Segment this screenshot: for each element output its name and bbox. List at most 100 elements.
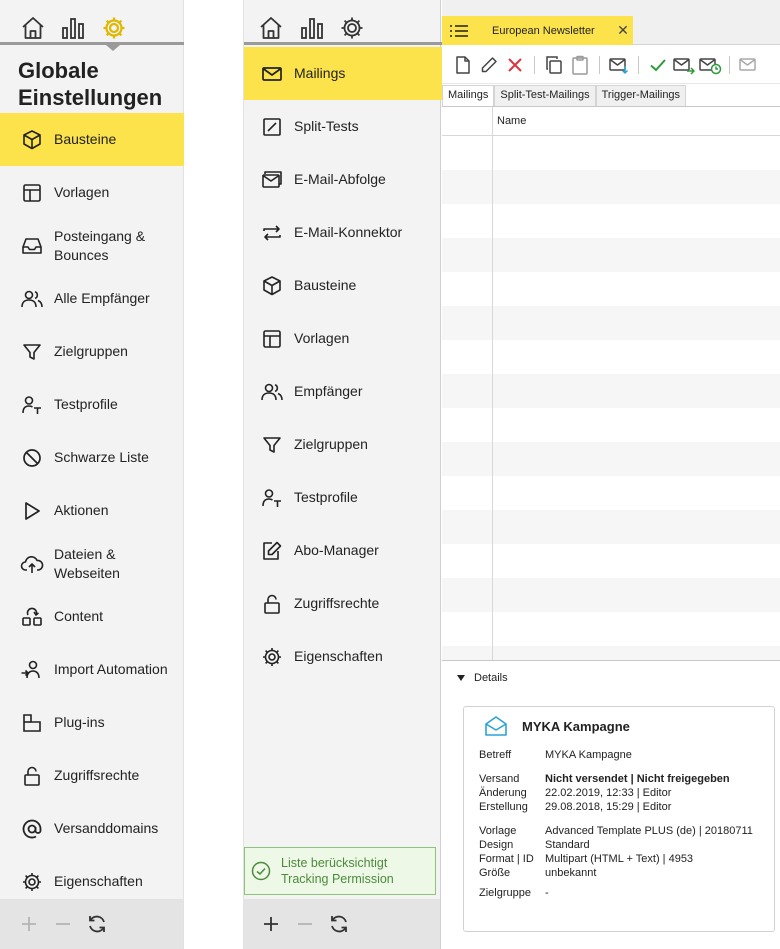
mid-nav-item-zielgruppen[interactable]: Zielgruppen [244,418,442,471]
mid-nav-item-split-tests[interactable]: Split-Tests [244,100,442,153]
mid-nav-item-mailings[interactable]: Mailings [244,47,442,100]
nav-label: Content [54,608,104,624]
list-menu-icon[interactable] [444,16,474,45]
active-caret [106,45,120,51]
mail-disabled-icon[interactable] [736,52,762,78]
mailings-table: Name [442,106,780,661]
nav-label: Aktionen [54,502,109,518]
send-test-icon[interactable] [606,52,632,78]
card-title: MYKA Kampagne [522,718,630,734]
left-nav-item-dateien[interactable]: Dateien & Webseiten [0,537,184,590]
delete-icon[interactable] [502,52,528,78]
nav-label: Zugriffsrechte [54,767,140,783]
mid-nav-item-eigenschaften[interactable]: Eigenschaften [244,630,442,683]
remove-icon[interactable] [52,913,74,935]
users-icon [260,380,284,404]
refresh-icon[interactable] [86,913,108,935]
template-icon [260,327,284,351]
detail-key: Format | ID [479,853,534,865]
subtab-split-test-mailings[interactable]: Split-Test-Mailings [494,85,596,106]
header-icon-column[interactable] [442,107,493,135]
left-nav-item-schwarze-liste[interactable]: Schwarze Liste [0,431,184,484]
mid-nav-item-empfaenger[interactable]: Empfänger [244,365,442,418]
refresh-icon[interactable] [328,913,350,935]
nav-label: Eigenschaften [54,873,143,889]
details-toggle[interactable]: Details [456,672,508,684]
test-profile-icon [20,393,44,417]
mid-nav-item-bausteine[interactable]: Bausteine [244,259,442,312]
mid-nav-item-email-abfolge[interactable]: E-Mail-Abfolge [244,153,442,206]
mid-top-icons [244,13,442,43]
detail-key: Größe [479,867,511,879]
nav-label: Posteingang & Bounces [54,227,146,263]
left-nav-item-testprofile[interactable]: Testprofile [0,378,184,431]
copy-icon[interactable] [541,52,567,78]
gear-icon [260,645,284,669]
test-profile-icon [260,486,284,510]
left-nav-item-posteingang[interactable]: Posteingang & Bounces [0,219,184,272]
schedule-mail-icon[interactable] [697,52,723,78]
title-line-1: Globale [18,58,99,83]
left-nav-item-import-automation[interactable]: Import Automation [0,643,184,696]
left-nav-item-zielgruppen[interactable]: Zielgruppen [0,325,184,378]
cube-icon [260,274,284,298]
paste-icon[interactable] [567,52,593,78]
gear-icon[interactable] [99,13,129,43]
funnel-icon [20,340,44,364]
left-nav-item-plugins[interactable]: Plug-ins [0,696,184,749]
mid-top-divider [244,42,442,45]
left-top-icons [0,13,184,43]
mid-nav-item-vorlagen[interactable]: Vorlagen [244,312,442,365]
add-icon[interactable] [260,913,282,935]
tracking-permission-status: Liste berücksichtigt Tracking Permission [244,847,436,895]
send-mail-icon[interactable] [671,52,697,78]
close-tab-icon[interactable]: ✕ [613,22,633,39]
left-nav-item-content[interactable]: Content [0,590,184,643]
left-nav-item-zugriffsrechte[interactable]: Zugriffsrechte [0,749,184,802]
detail-value: MYKA Kampagne [545,749,632,761]
nav-label: Zielgruppen [54,343,128,359]
chart-icon[interactable] [297,13,327,43]
gear-icon[interactable] [337,13,367,43]
left-nav-item-bausteine[interactable]: Bausteine [0,113,184,166]
header-name[interactable]: Name [493,107,526,135]
left-nav-item-vorlagen[interactable]: Vorlagen [0,166,184,219]
subtab-mailings[interactable]: Mailings [442,85,495,106]
left-bottom-bar [0,899,183,949]
detail-value: unbekannt [545,867,597,879]
detail-value: 22.02.2019, 12:33 | Editor [545,787,672,799]
add-icon[interactable] [18,913,40,935]
left-nav-item-versanddomains[interactable]: Versanddomains [0,802,184,855]
chart-icon[interactable] [58,13,88,43]
status-line-1: Liste berücksichtigt [281,856,388,870]
approve-check-icon[interactable] [645,52,671,78]
new-document-icon[interactable] [450,52,476,78]
mid-nav-item-abo-manager[interactable]: Abo-Manager [244,524,442,577]
left-nav-item-alle-empfaenger[interactable]: Alle Empfänger [0,272,184,325]
home-icon[interactable] [256,13,286,43]
nav-label: Abo-Manager [294,542,379,558]
open-envelope-icon [484,715,508,737]
column-divider [492,107,493,660]
mid-nav-item-email-konnektor[interactable]: E-Mail-Konnektor [244,206,442,259]
remove-icon[interactable] [294,913,316,935]
edit-pencil-icon[interactable] [476,52,502,78]
left-nav-item-aktionen[interactable]: Aktionen [0,484,184,537]
toolbar-separator [599,55,600,74]
blocked-icon [20,446,44,470]
home-icon[interactable] [18,13,48,43]
nav-label: Zugriffsrechte [294,595,380,611]
detail-value: 29.08.2018, 15:29 | Editor [545,801,672,813]
connector-icon [260,221,284,245]
subtab-trigger-mailings[interactable]: Trigger-Mailings [595,85,687,106]
detail-key: Erstellung [479,801,528,813]
detail-key: Design [479,839,514,851]
document-tab-title: European Newsletter [492,24,595,37]
toolbar-separator [638,55,639,74]
cloud-upload-icon [20,552,44,576]
mid-nav-item-zugriffsrechte[interactable]: Zugriffsrechte [244,577,442,630]
mid-nav-item-testprofile[interactable]: Testprofile [244,471,442,524]
left-top-divider [0,42,184,45]
nav-label: Split-Tests [294,118,359,134]
document-tab[interactable]: European Newsletter ✕ [442,16,633,45]
